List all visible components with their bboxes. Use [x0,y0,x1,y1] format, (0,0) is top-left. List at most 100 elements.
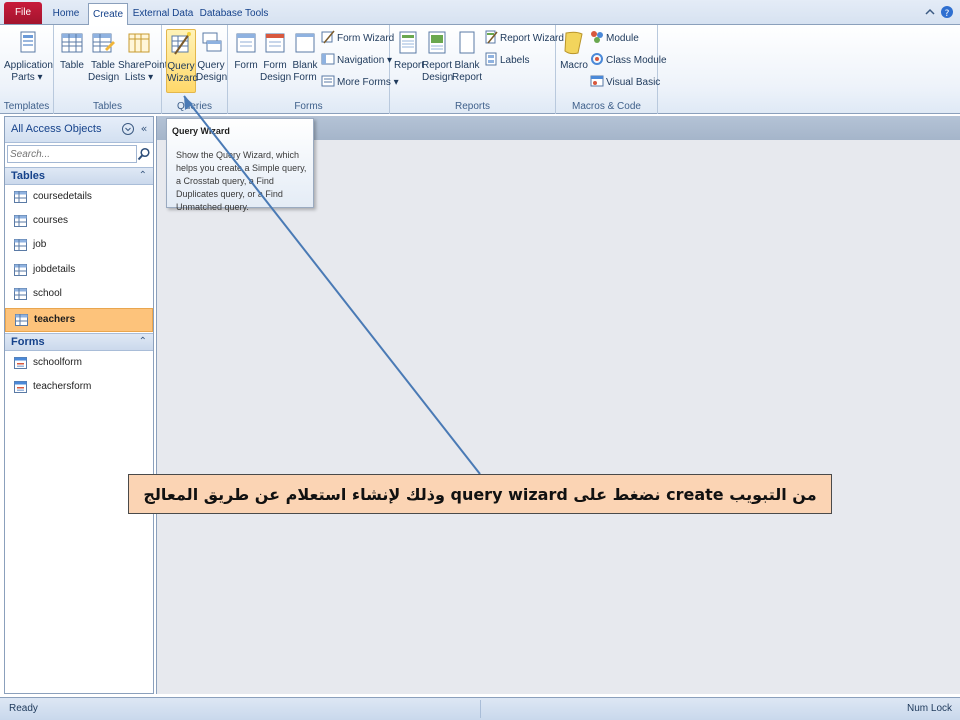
table-icon [61,33,83,53]
query-wizard-button[interactable]: Query Wizard [166,29,198,93]
svg-text:?: ? [944,9,949,19]
table-icon [14,264,27,276]
group-label-macros-code: Macros & Code [572,101,641,112]
form-design-icon [265,33,285,53]
tab-home[interactable]: Home [46,3,86,25]
report-wizard-icon [485,30,498,44]
nav-search-input[interactable] [7,145,137,163]
application-parts-icon [20,31,36,53]
status-divider [480,700,481,718]
sharepoint-lists-icon [128,33,150,53]
table-icon [15,314,28,326]
tab-database-tools[interactable]: Database Tools [198,3,270,25]
query-design-icon [202,32,222,52]
nav-pane-menu-icon[interactable] [121,122,135,136]
table-button[interactable]: Table [58,29,86,72]
application-parts-button[interactable]: Application Parts ▾ [4,29,53,84]
form-icon [236,33,256,53]
table-icon [14,215,27,227]
form-icon [14,357,27,369]
nav-item-teachersform[interactable]: teachersform [5,376,153,400]
help-icon[interactable]: ? [940,5,953,19]
num-lock-indicator: Num Lock [906,703,952,714]
query-wizard-tooltip: Query Wizard Show the Query Wizard, whic… [166,118,314,212]
query-wizard-icon [171,32,191,55]
report-wizard-button[interactable]: Report Wizard [484,30,564,47]
ribbon-tab-strip: File Home Create External Data Database … [0,0,960,26]
macro-scroll-icon [564,31,583,55]
nav-pane-title: All Access Objects [11,123,102,135]
nav-item-jobdetails[interactable]: jobdetails [5,259,153,283]
table-design-icon [92,33,115,53]
navigation-button[interactable]: Navigation ▾ [321,52,392,69]
blank-report-button[interactable]: Blank Report [452,29,482,84]
table-icon [14,191,27,203]
module-button[interactable]: Module [590,30,639,47]
nav-pane-header[interactable]: All Access Objects « [5,117,153,143]
tooltip-title: Query Wizard [172,126,230,136]
group-forms: Form Form Design Blank Form Form Wizard … [228,25,399,114]
window-controls: ? [924,5,954,21]
table-icon [14,239,27,251]
report-icon [399,31,417,54]
nav-item-school[interactable]: school [5,283,153,307]
nav-section-tables[interactable]: Tables ⌃ [5,167,153,185]
report-button[interactable]: Report [394,29,424,72]
table-icon [14,288,27,300]
report-design-button[interactable]: Report Design [422,29,453,84]
group-queries: Query Wizard Query Design Queries [162,25,228,114]
blank-form-icon [295,33,315,53]
nav-item-coursedetails[interactable]: coursedetails [5,186,153,210]
nav-item-courses[interactable]: courses [5,210,153,234]
collapse-chevron-icon[interactable]: ⌃ [139,336,147,347]
form-button[interactable]: Form [232,29,260,72]
group-label-reports: Reports [454,101,490,112]
sharepoint-lists-button[interactable]: SharePoint Lists ▾ [118,29,167,84]
nav-section-forms[interactable]: Forms ⌃ [5,333,153,351]
nav-item-schoolform[interactable]: schoolform [5,352,153,376]
visual-basic-button[interactable]: Visual Basic [590,74,660,91]
table-design-button[interactable]: Table Design [88,29,119,84]
form-design-button[interactable]: Form Design [260,29,291,84]
status-bar: Ready Num Lock [0,697,960,720]
navigation-icon [321,53,335,65]
more-forms-icon [321,75,335,87]
nav-search [7,145,153,165]
instruction-callout: من التبويب create نضغط على query wizard … [128,474,832,514]
visual-basic-icon [590,75,604,87]
report-design-icon [428,31,446,54]
collapse-chevron-icon[interactable]: ⌃ [139,170,147,181]
callout-text: من التبويب create نضغط على query wizard … [143,484,817,504]
query-design-button[interactable]: Query Design [196,29,227,84]
group-label-queries: Queries [176,101,212,112]
class-module-button[interactable]: Class Module [590,52,667,69]
nav-item-job[interactable]: job [5,234,153,258]
tab-file[interactable]: File [4,2,42,24]
form-wizard-icon [321,30,335,44]
status-text: Ready [9,703,38,714]
form-icon [14,381,27,393]
labels-icon [485,52,497,66]
class-module-icon [591,53,603,65]
group-label-templates: Templates [3,101,50,112]
blank-form-button[interactable]: Blank Form [290,29,320,84]
group-reports: Report Report Design Blank Report Report… [390,25,564,114]
minimize-ribbon-icon[interactable] [924,5,936,19]
labels-button[interactable]: Labels [484,52,529,69]
search-icon[interactable] [137,147,151,161]
blank-report-icon [459,31,475,54]
tooltip-body: Show the Query Wizard, which helps you c… [176,150,307,212]
group-tables: Table Table Design SharePoint Lists ▾ Ta… [54,25,167,114]
group-label-forms: Forms [294,101,323,112]
more-forms-button[interactable]: More Forms ▾ [321,74,399,91]
navigation-pane: All Access Objects « Tables ⌃ coursedeta… [4,116,154,694]
module-icon [591,31,603,43]
tab-create[interactable]: Create [88,3,128,26]
nav-item-teachers[interactable]: teachers [5,308,153,332]
tab-external-data[interactable]: External Data [132,3,194,25]
macro-button[interactable]: Macro [560,29,588,72]
group-label-tables: Tables [93,101,122,112]
form-wizard-button[interactable]: Form Wizard [321,30,394,47]
shutter-bar-close-icon[interactable]: « [137,122,151,136]
group-macros-code: Macro Module Class Module Visual Basic M… [556,25,667,114]
